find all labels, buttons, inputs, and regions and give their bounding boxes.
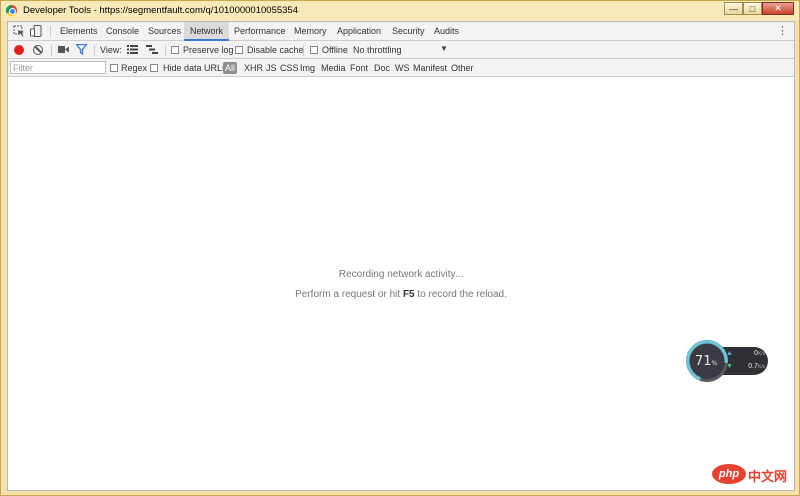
chrome-icon <box>6 5 17 16</box>
tab-security[interactable]: Security <box>386 22 431 40</box>
preserve-log-label: Preserve log <box>183 45 234 55</box>
offline-checkbox[interactable] <box>310 46 318 54</box>
tab-performance[interactable]: Performance <box>228 22 292 40</box>
clear-icon[interactable] <box>33 45 43 55</box>
title-bar[interactable]: Developer Tools - https://segmentfault.c… <box>1 1 799 21</box>
filter-input[interactable] <box>10 61 106 74</box>
reload-hint-key: F5 <box>402 289 415 300</box>
close-button[interactable]: ✕ <box>762 2 794 15</box>
type-filter-ws[interactable]: WS <box>393 62 412 74</box>
inspect-element-icon[interactable] <box>13 25 25 37</box>
upload-speed: ▲ 0K/s <box>726 350 765 357</box>
throttling-select[interactable]: No throttling <box>353 44 402 56</box>
hide-data-urls-label: Hide data URLs <box>163 63 227 73</box>
download-speed: ▼ 0.7K/s <box>726 363 765 370</box>
show-overview-icon[interactable] <box>146 45 158 54</box>
regex-checkbox[interactable] <box>110 64 118 72</box>
tab-audits[interactable]: Audits <box>428 22 465 40</box>
usage-percent: 71% <box>695 354 717 369</box>
usage-percent-value: 71 <box>695 354 712 369</box>
devtools-window: Developer Tools - https://segmentfault.c… <box>0 0 800 496</box>
large-request-rows-icon[interactable] <box>127 45 138 54</box>
network-speed-widget[interactable]: ▲ 0K/s ▼ 0.7K/s 71% <box>686 340 770 382</box>
reload-hint-after: to record the reload. <box>414 289 507 300</box>
panel-tab-bar: Elements Console Sources Network Perform… <box>8 22 794 41</box>
network-toolbar: View: Preserve log Disable cache Offline… <box>8 41 794 59</box>
devtools-client: Elements Console Sources Network Perform… <box>7 21 795 491</box>
php-cn-watermark: php 中文网 <box>712 462 796 488</box>
toolbar-divider <box>165 45 166 56</box>
tab-network[interactable]: Network <box>184 22 230 41</box>
tab-console[interactable]: Console <box>100 22 145 40</box>
record-icon[interactable] <box>14 45 24 55</box>
upload-unit: K/s <box>757 351 766 357</box>
type-filter-manifest[interactable]: Manifest <box>411 62 449 74</box>
view-label: View: <box>100 45 122 55</box>
device-toolbar-icon[interactable] <box>30 25 42 37</box>
type-filter-media[interactable]: Media <box>319 62 348 74</box>
chevron-down-icon[interactable]: ▼ <box>440 44 448 53</box>
tab-memory[interactable]: Memory <box>288 22 333 40</box>
tab-elements[interactable]: Elements <box>54 22 104 40</box>
toolbar-divider <box>51 45 52 56</box>
type-filter-img[interactable]: Img <box>298 62 317 74</box>
toolbar-divider <box>303 45 304 56</box>
offline-label: Offline <box>322 45 348 55</box>
hide-data-urls-checkbox[interactable] <box>150 64 158 72</box>
reload-hint-before: Perform a request or hit <box>295 289 403 300</box>
disable-cache-label: Disable cache <box>247 45 304 55</box>
usage-percent-unit: % <box>711 360 718 367</box>
minimize-button[interactable]: — <box>724 2 743 15</box>
type-filter-font[interactable]: Font <box>348 62 370 74</box>
filter-bar: Regex Hide data URLs All XHR JS CSS Img … <box>8 59 794 77</box>
disable-cache-checkbox[interactable] <box>235 46 243 54</box>
tab-application[interactable]: Application <box>331 22 387 40</box>
maximize-button[interactable]: □ <box>743 2 762 15</box>
tab-sources[interactable]: Sources <box>142 22 187 40</box>
reload-hint: Perform a request or hit F5 to record th… <box>8 289 794 300</box>
toolbar-divider <box>94 45 95 56</box>
tab-divider <box>50 26 51 37</box>
filter-icon[interactable] <box>76 44 87 55</box>
type-filter-other[interactable]: Other <box>449 62 476 74</box>
more-options-icon[interactable]: ⋮ <box>777 25 788 37</box>
capture-screenshots-icon[interactable] <box>58 45 69 54</box>
php-logo: php <box>712 464 746 484</box>
window-title: Developer Tools - https://segmentfault.c… <box>23 5 298 16</box>
preserve-log-checkbox[interactable] <box>171 46 179 54</box>
type-filter-all[interactable]: All <box>223 62 238 74</box>
upload-value: 0 <box>754 350 758 357</box>
usage-gauge: 71% <box>686 340 728 382</box>
type-filter-js[interactable]: JS <box>264 62 279 74</box>
watermark-text: 中文网 <box>748 469 788 484</box>
window-controls: — □ ✕ <box>724 2 794 15</box>
download-unit: K/s <box>757 364 766 370</box>
regex-label: Regex <box>121 63 148 73</box>
download-value: 0.7 <box>748 363 758 370</box>
type-filter-xhr[interactable]: XHR <box>242 62 265 74</box>
type-filter-doc[interactable]: Doc <box>372 62 392 74</box>
recording-message: Recording network activity... <box>338 269 464 280</box>
network-requests-panel: Recording network activity... Perform a … <box>8 78 794 490</box>
